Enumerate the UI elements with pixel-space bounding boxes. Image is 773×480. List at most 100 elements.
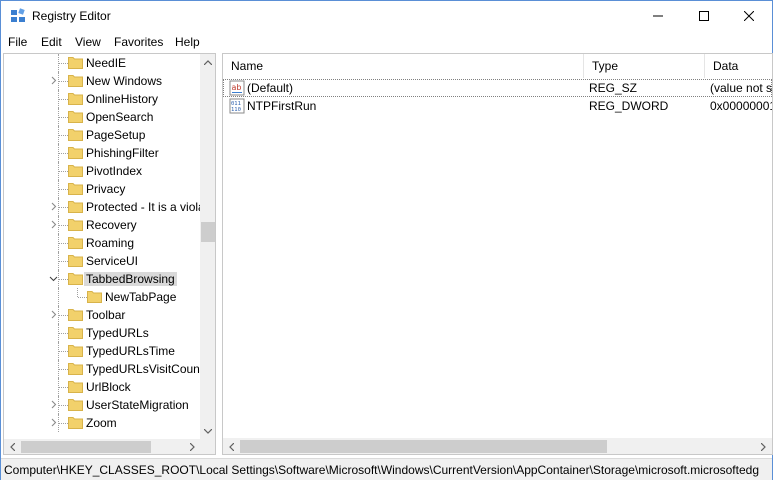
tree-vertical-scrollbar[interactable] — [200, 54, 215, 439]
tree-connector-line — [59, 81, 68, 82]
binary-value-icon: 011 110 — [229, 98, 245, 114]
tree-item[interactable]: Toolbar — [4, 306, 201, 324]
scroll-right-button[interactable] — [755, 438, 772, 454]
tree-item-label: UserStateMigration — [86, 398, 189, 412]
tree-item[interactable]: UrlBlock — [4, 378, 201, 396]
folder-icon — [68, 255, 83, 267]
tree-item[interactable]: Protected - It is a viola — [4, 198, 205, 216]
tree-item[interactable]: Roaming — [4, 234, 201, 252]
tree-connector-line — [59, 279, 68, 280]
tree-item[interactable]: OpenSearch — [4, 108, 201, 126]
close-button[interactable] — [726, 1, 772, 31]
chevron-right-icon[interactable] — [49, 202, 58, 211]
tree-item[interactable]: NeedIE — [4, 54, 201, 72]
tree-item-label: Zoom — [86, 416, 117, 430]
chevron-right-icon[interactable] — [49, 400, 58, 409]
tree-horizontal-scrollbar[interactable] — [4, 439, 200, 454]
chevron-right-icon — [761, 442, 766, 451]
tree-item[interactable]: TypedURLsVisitCount — [4, 360, 204, 378]
value-type: REG_SZ — [589, 81, 638, 95]
tree-item-label: Recovery — [86, 218, 137, 232]
tree-vertical-scroll-thumb[interactable] — [201, 222, 215, 242]
tree-item[interactable]: PageSetup — [4, 126, 201, 144]
tree-item[interactable]: New Windows — [4, 72, 201, 90]
tree-connector-line — [59, 333, 68, 334]
tree-horizontal-scroll-thumb[interactable] — [21, 441, 151, 453]
folder-icon — [68, 93, 83, 105]
tree-connector-line — [59, 117, 68, 118]
string-value-icon: ab — [229, 80, 245, 96]
tree-item[interactable]: PivotIndex — [4, 162, 201, 180]
tree-item[interactable]: Recovery — [4, 216, 201, 234]
folder-icon — [68, 129, 83, 141]
key-tree-pane[interactable]: NeedIE New Windows OnlineHistory OpenSearch… — [3, 53, 216, 455]
menu-file[interactable]: File — [8, 35, 27, 49]
values-list-pane[interactable]: Name Type Data ab (Default) REG_SZ (valu… — [222, 53, 773, 455]
chevron-down-icon[interactable] — [49, 274, 58, 283]
chevron-right-icon[interactable] — [49, 220, 58, 229]
tree-item-label: UrlBlock — [86, 380, 131, 394]
chevron-down-icon — [204, 428, 212, 434]
column-header-data[interactable]: Data — [705, 54, 772, 78]
tree-item-label: Protected - It is a viola — [86, 200, 205, 214]
menu-edit[interactable]: Edit — [41, 35, 62, 49]
tree-connector-line — [59, 423, 68, 424]
tree-item[interactable]: Privacy — [4, 180, 201, 198]
chevron-right-icon — [189, 443, 195, 451]
tree-item[interactable]: TabbedBrowsing — [4, 270, 201, 288]
folder-icon — [68, 363, 83, 375]
value-name: NTPFirstRun — [247, 99, 317, 113]
tree-item-label: TypedURLsVisitCount — [86, 362, 204, 376]
tree-item-label: TypedURLs — [86, 326, 149, 340]
tree-item-label: TabbedBrowsing — [84, 272, 177, 286]
chevron-right-icon[interactable] — [49, 418, 58, 427]
tree-connector-line — [59, 99, 68, 100]
chevron-right-icon[interactable] — [49, 76, 58, 85]
column-header-name[interactable]: Name — [223, 54, 584, 78]
scroll-right-button[interactable] — [184, 439, 200, 454]
tree-connector-line — [59, 369, 68, 370]
folder-icon — [68, 75, 83, 87]
menu-help[interactable]: Help — [175, 35, 200, 49]
tree-item[interactable]: Zoom — [4, 414, 201, 432]
folder-icon — [68, 327, 83, 339]
tree-item[interactable]: PhishingFilter — [4, 144, 201, 162]
scroll-left-button[interactable] — [4, 439, 20, 454]
minimize-button[interactable] — [635, 1, 681, 31]
scroll-down-button[interactable] — [200, 423, 215, 439]
chevron-right-icon[interactable] — [49, 310, 58, 319]
tree-item-label: Roaming — [86, 236, 135, 250]
value-row-default[interactable]: ab (Default) REG_SZ (value not s — [223, 79, 772, 97]
menu-favorites[interactable]: Favorites — [114, 35, 163, 49]
folder-icon — [68, 111, 83, 123]
chevron-up-icon — [204, 59, 212, 65]
tree-item[interactable]: TypedURLsTime — [4, 342, 201, 360]
tree-connector-line — [59, 243, 68, 244]
column-header-type[interactable]: Type — [584, 54, 705, 78]
status-bar: Computer\HKEY_CLASSES_ROOT\Local Setting… — [1, 458, 772, 480]
folder-icon — [68, 201, 83, 213]
tree-connector-line — [59, 63, 68, 64]
scroll-left-button[interactable] — [223, 438, 240, 454]
tree-item-label: PivotIndex — [86, 164, 143, 178]
tree-item[interactable]: ServiceUI — [4, 252, 201, 270]
tree-item-label: PageSetup — [86, 128, 146, 142]
scroll-up-button[interactable] — [200, 54, 215, 70]
svg-text:110: 110 — [231, 107, 241, 113]
value-row-ntpfirstrun[interactable]: 011 110 NTPFirstRun REG_DWORD 0x00000001 — [223, 97, 772, 115]
folder-icon — [68, 273, 83, 285]
tree-item-label: PhishingFilter — [86, 146, 159, 160]
tree-connector-line — [58, 288, 59, 306]
folder-icon — [68, 57, 83, 69]
tree-item-label: OpenSearch — [86, 110, 154, 124]
tree-item[interactable]: UserStateMigration — [4, 396, 201, 414]
maximize-button[interactable] — [681, 1, 727, 31]
title-bar[interactable]: Registry Editor — [1, 1, 772, 31]
list-horizontal-scrollbar[interactable] — [223, 438, 772, 454]
tree-item[interactable]: OnlineHistory — [4, 90, 201, 108]
folder-icon — [68, 345, 83, 357]
tree-item[interactable]: NewTabPage — [4, 288, 201, 306]
list-horizontal-scroll-thumb[interactable] — [240, 440, 607, 453]
tree-item[interactable]: TypedURLs — [4, 324, 201, 342]
menu-view[interactable]: View — [75, 35, 101, 49]
